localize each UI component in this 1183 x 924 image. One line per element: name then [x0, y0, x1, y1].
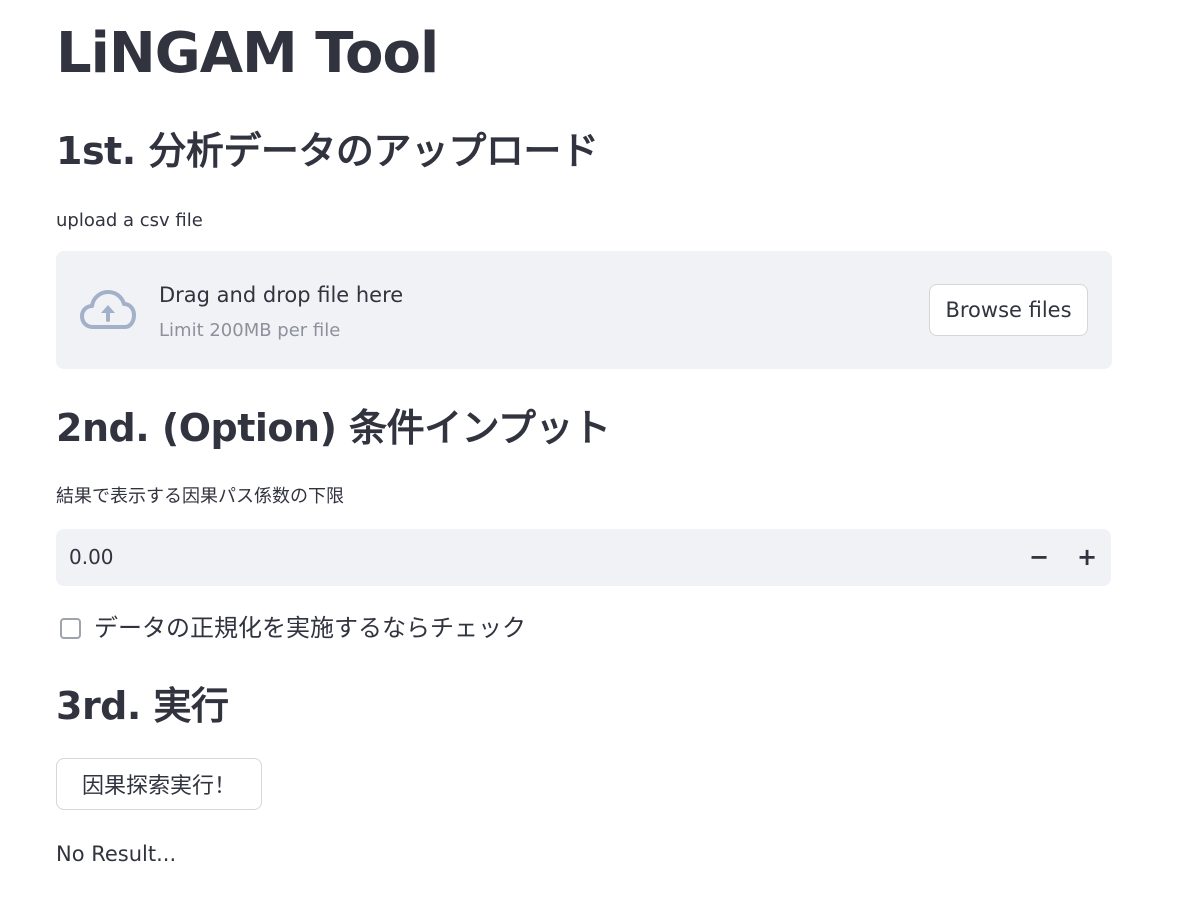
file-uploader-label: upload a csv file	[56, 210, 203, 231]
threshold-number-input[interactable]: 0.00 − +	[56, 529, 1111, 586]
file-size-limit: Limit 200MB per file	[159, 320, 341, 341]
result-status: No Result...	[56, 842, 177, 866]
decrement-button[interactable]: −	[1019, 537, 1059, 577]
normalize-checkbox-row[interactable]: データの正規化を実施するならチェック	[56, 610, 526, 646]
increment-button[interactable]: +	[1067, 537, 1107, 577]
run-causal-discovery-button[interactable]: 因果探索実行！	[56, 758, 262, 810]
normalize-checkbox-label[interactable]: データの正規化を実施するならチェック	[94, 612, 526, 644]
run-section-heading: 3rd. 実行	[56, 684, 229, 728]
main-container: LiNGAM Tool 1st. 分析データのアップロード upload a c…	[0, 0, 1183, 924]
browse-files-button[interactable]: Browse files	[929, 284, 1088, 336]
page-title: LiNGAM Tool	[56, 21, 439, 86]
cloud-upload-icon	[80, 290, 136, 329]
threshold-value[interactable]: 0.00	[69, 543, 114, 571]
dropzone-instructions: Drag and drop file here	[159, 283, 404, 307]
upload-section-heading: 1st. 分析データのアップロード	[56, 129, 599, 173]
options-section-heading: 2nd. (Option) 条件インプット	[56, 406, 611, 450]
normalize-checkbox[interactable]	[60, 617, 81, 639]
file-dropzone[interactable]: Drag and drop file here Limit 200MB per …	[56, 251, 1112, 369]
threshold-label: 結果で表示する因果パス係数の下限	[56, 486, 344, 507]
